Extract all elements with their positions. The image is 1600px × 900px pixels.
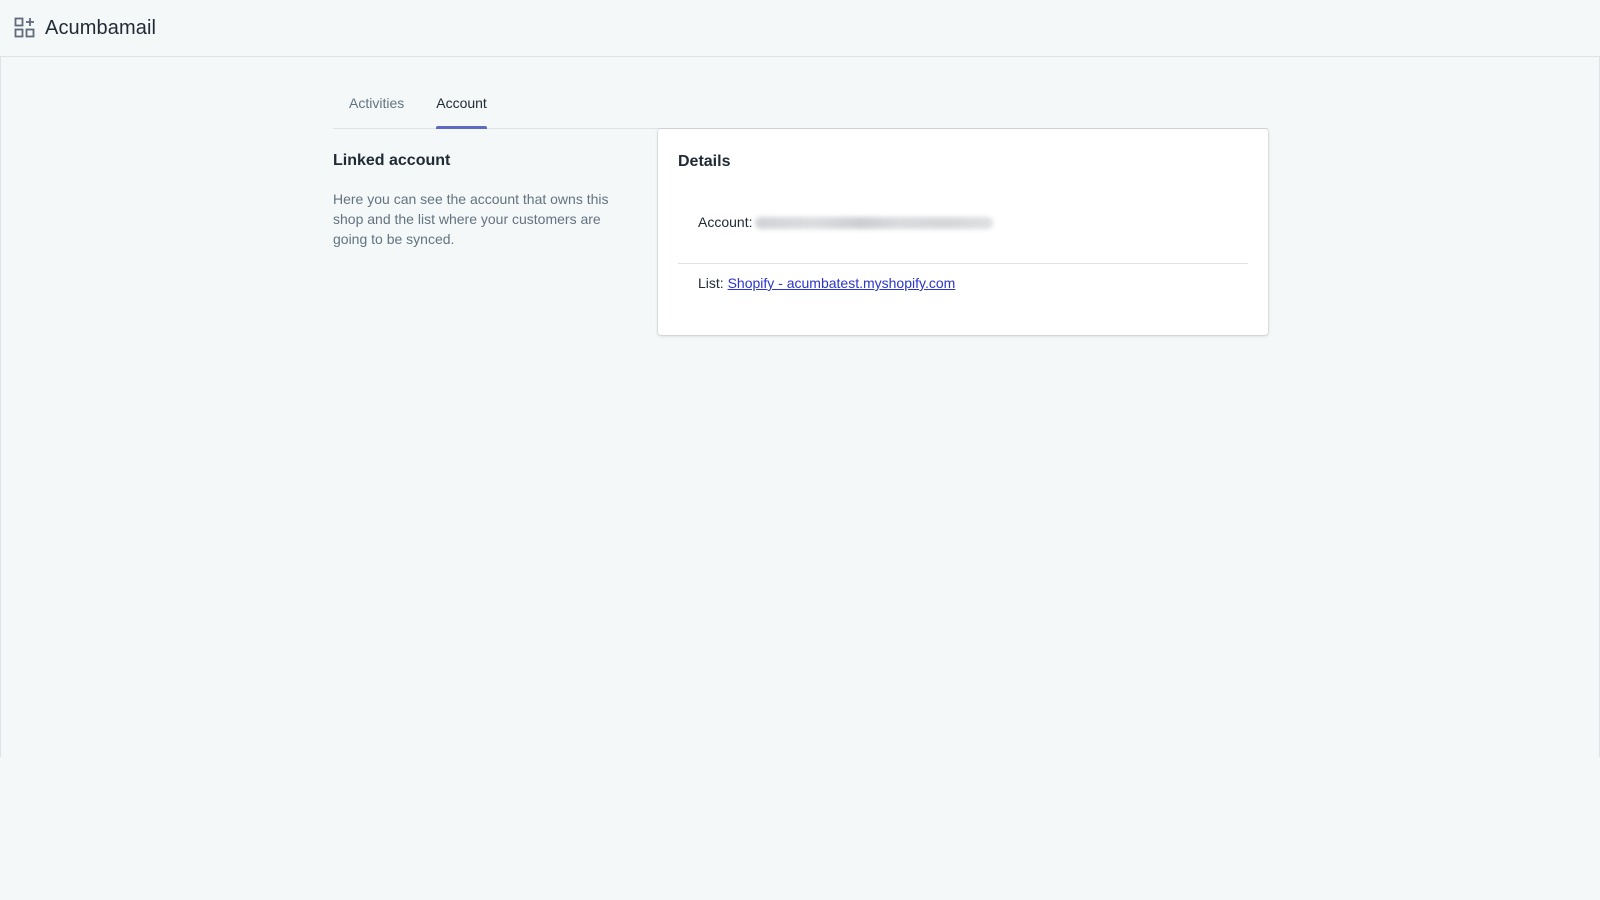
list-label: List: [698, 275, 724, 291]
tab-activities[interactable]: Activities [333, 84, 420, 128]
apps-add-icon[interactable] [14, 17, 36, 39]
list-link[interactable]: Shopify - acumbatest.myshopify.com [728, 275, 956, 291]
app-header: Acumbamail [0, 0, 1600, 57]
section-description: Here you can see the account that owns t… [333, 191, 609, 247]
account-row: Account: [678, 214, 1248, 264]
linked-account-section: Linked account Here you can see the acco… [333, 152, 623, 249]
tab-bar: Activities Account [333, 84, 1268, 129]
account-label: Account: [698, 214, 753, 230]
app-title: Acumbamail [45, 16, 157, 39]
card-title: Details [678, 153, 731, 170]
frame-border-left [0, 57, 1, 757]
tab-account[interactable]: Account [420, 84, 503, 129]
details-card: Details Account: List: Shopify - acumbat… [658, 129, 1268, 335]
account-value-redacted [755, 217, 994, 230]
list-row: List: Shopify - acumbatest.myshopify.com [678, 275, 1248, 291]
section-title: Linked account [333, 152, 451, 169]
